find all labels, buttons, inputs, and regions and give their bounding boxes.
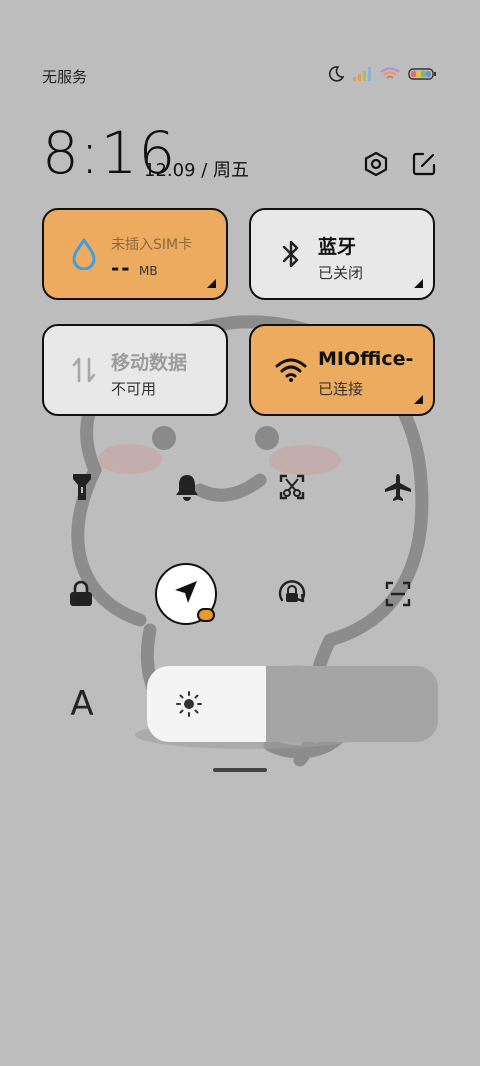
status-icons [328,66,436,82]
sun-icon [175,690,203,718]
airplane-icon[interactable] [376,465,420,509]
water-drop-icon [68,238,100,270]
location-icon [172,578,200,610]
bluetooth-status: 已关闭 [318,264,364,282]
brightness-slider[interactable] [147,666,438,742]
date-label: 12.09 / 周五 [144,160,250,181]
mobile-data-tile[interactable]: 移动数据 不可用 [42,324,228,416]
bluetooth-title: 蓝牙 [318,236,357,258]
mobile-data-status: 不可用 [111,380,157,398]
edit-icon[interactable] [410,150,438,178]
battery-icon [408,68,436,80]
expand-corner-icon [414,279,423,288]
data-arrows-icon [68,354,100,386]
sim-label: 未插入SIM卡 [111,237,193,253]
settings-icon[interactable] [362,150,390,178]
wifi-tile[interactable]: MIOffice- 已连接 [249,324,435,416]
sim-data-tile[interactable]: 未插入SIM卡 -- MB [42,208,228,300]
wifi-status: 已连接 [318,380,364,398]
lock-icon[interactable] [59,572,103,616]
screenshot-icon[interactable] [270,465,314,509]
drag-handle[interactable] [213,768,267,772]
mobile-data-title: 移动数据 [111,352,188,374]
expand-corner-icon [414,395,423,404]
brightness-fill [147,666,266,742]
expand-corner-icon [207,279,216,288]
wifi-icon [380,67,400,81]
sim-usage-value: -- [111,256,132,280]
status-dot [197,608,215,622]
bluetooth-tile[interactable]: 蓝牙 已关闭 [249,208,435,300]
flashlight-icon[interactable] [60,465,104,509]
rotation-lock-icon[interactable] [270,572,314,616]
font-size-button[interactable]: A [64,684,100,724]
carrier-status: 无服务 [42,68,88,86]
bluetooth-icon [275,238,307,270]
signal-icon [352,67,372,81]
scan-icon[interactable] [376,572,420,616]
wifi-network-name: MIOffice- [318,348,414,370]
sim-usage-unit: MB [139,264,158,278]
bell-icon[interactable] [165,465,209,509]
wifi-tile-icon [275,354,307,386]
moon-icon [328,66,344,82]
